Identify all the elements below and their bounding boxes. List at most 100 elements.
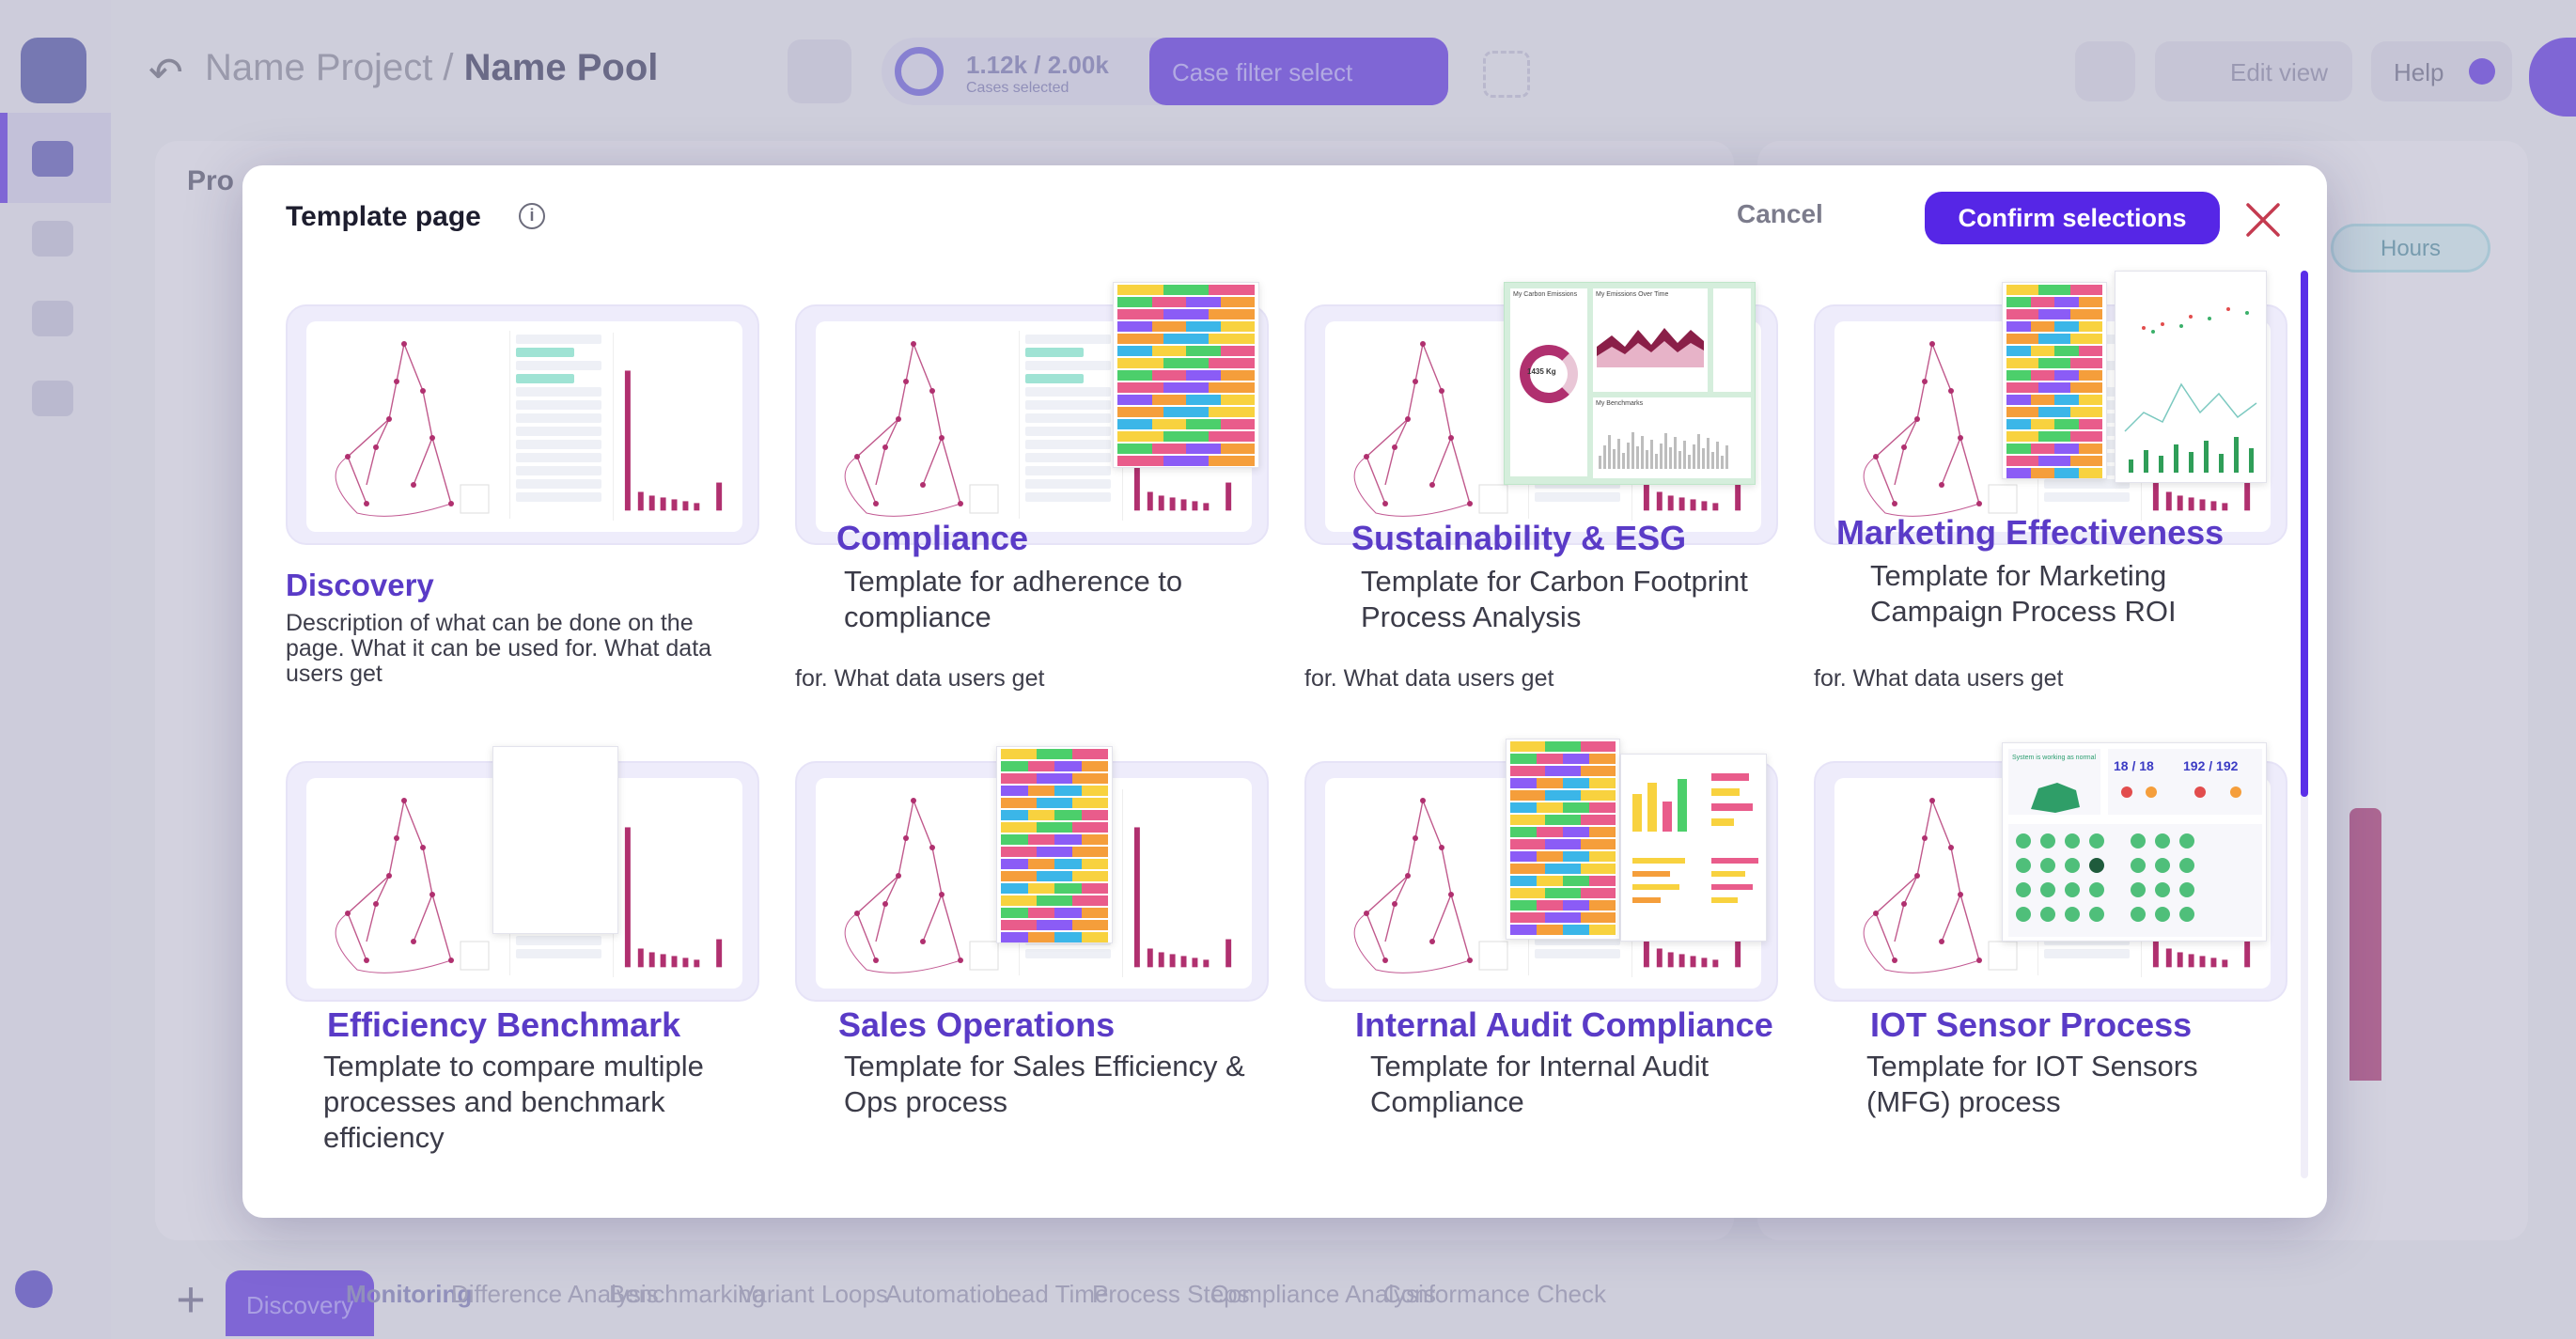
stack-row <box>1117 370 1255 381</box>
card-description: Description of what can be done on the p… <box>286 610 712 687</box>
template-card-marketing[interactable]: Marketing Effectiveness Template for Mar… <box>1814 271 2287 699</box>
benchmarks-panel: My Benchmarks <box>1593 397 1751 478</box>
stack-row <box>1117 456 1256 466</box>
process-graph <box>1353 341 1508 517</box>
sensor-grid <box>2008 824 2262 937</box>
confirm-selections-button[interactable]: Confirm selections <box>1925 192 2220 244</box>
stack-row <box>1117 297 1255 307</box>
stack-row <box>1001 883 1108 894</box>
sensor-count-a: 18 / 18 <box>2114 758 2154 773</box>
sensor-dot <box>2065 882 2080 897</box>
benchmark-bar <box>1603 445 1606 469</box>
sensor-dot <box>2131 907 2146 922</box>
stack-row <box>1510 900 1616 911</box>
side-stat-panel <box>1713 288 1751 392</box>
emissions-over-time-panel: My Emissions Over Time <box>1593 288 1708 392</box>
benchmark-bar <box>1711 452 1714 469</box>
benchmark-bar <box>1664 433 1667 469</box>
area-chart <box>1597 328 1704 367</box>
card-description: Template for adherence to compliance <box>844 565 1183 633</box>
stack-row <box>1001 932 1108 942</box>
benchmark-bar <box>1707 438 1710 469</box>
stack-row <box>2006 419 2102 429</box>
stack-row <box>2006 444 2102 454</box>
stack-row <box>1001 749 1108 759</box>
modal-title: Template page <box>286 201 481 232</box>
stack-row <box>1001 773 1108 784</box>
stacked-chart-thumbnail <box>1113 282 1259 468</box>
template-modal: Template page i Cancel Confirm selection… <box>242 165 2327 1218</box>
benchmark-bar <box>1683 441 1686 469</box>
process-graph <box>844 341 999 517</box>
card-title: Compliance <box>836 519 1029 557</box>
sensor-dot <box>2016 858 2031 873</box>
stack-row <box>1001 847 1108 857</box>
sensor-dot <box>2089 858 2104 873</box>
stack-row <box>1510 815 1616 825</box>
process-graph-thumbnail <box>492 746 618 934</box>
benchmark-bar <box>1688 455 1691 469</box>
map-shape-icon <box>2031 783 2080 813</box>
sensor-dot <box>2065 907 2080 922</box>
sensor-dot <box>2089 907 2104 922</box>
benchmark-bar <box>1669 447 1672 469</box>
template-card-sales[interactable]: Sales Operations Template for Sales Effi… <box>795 746 1269 1175</box>
stack-row <box>2006 285 2102 295</box>
template-card-iot[interactable]: System is working as normal 18 / 18 192 … <box>1814 742 2287 1175</box>
stack-row <box>1510 839 1616 849</box>
stack-row <box>1001 834 1108 845</box>
sensor-dot <box>2040 882 2055 897</box>
stack-row <box>2006 297 2102 307</box>
stack-row <box>1001 798 1108 808</box>
stack-row <box>2006 468 2102 478</box>
carbon-emissions-panel: My Carbon Emissions 1435 Kg <box>1510 288 1587 476</box>
template-card-sustainability[interactable]: My Carbon Emissions 1435 Kg My Emissions… <box>1304 282 1778 699</box>
stack-row <box>1510 766 1616 776</box>
stack-row <box>1001 761 1108 771</box>
stack-row <box>2006 407 2102 417</box>
stack-row <box>1117 285 1256 295</box>
stack-row <box>1117 431 1256 442</box>
scrollbar[interactable] <box>2301 271 2308 1178</box>
card-description: Template to compare multiple processes a… <box>323 1050 704 1154</box>
benchmark-bar <box>1702 448 1705 469</box>
benchmark-bar <box>1636 446 1639 469</box>
benchmark-bar <box>1655 454 1658 469</box>
sensor-dot <box>2131 858 2146 873</box>
scatter-and-line-chart <box>2124 307 2257 473</box>
sensor-dot <box>2155 907 2170 922</box>
stacked-chart-thumbnail <box>2002 282 2107 479</box>
card-title: Sales Operations <box>838 1005 1116 1044</box>
card-description: Template for IOT Sensors (MFG) process <box>1866 1050 2198 1118</box>
scrollbar-thumb[interactable] <box>2301 271 2308 797</box>
template-card-compliance[interactable]: Compliance Template for adherence to com… <box>795 282 1269 699</box>
stack-row <box>2006 346 2102 356</box>
stack-row <box>1001 859 1108 869</box>
template-card-discovery[interactable]: Discovery Description of what can be don… <box>286 304 759 699</box>
benchmark-bar <box>1631 432 1634 469</box>
card-ghost-text: for. What data users get <box>1304 665 1554 692</box>
sensor-dot <box>2065 858 2080 873</box>
cancel-button[interactable]: Cancel <box>1737 199 1823 229</box>
card-title: Marketing Effectiveness <box>1836 513 2225 552</box>
benchmark-bar <box>1697 434 1700 469</box>
carbon-value: 1435 Kg <box>1527 367 1556 376</box>
stack-row <box>1117 419 1255 429</box>
mini-table <box>1019 331 1116 519</box>
close-icon[interactable] <box>2242 199 2284 241</box>
sensor-dot <box>2155 858 2170 873</box>
template-card-efficiency[interactable]: Efficiency Benchmark Template to compare… <box>286 746 759 1175</box>
sensor-dot <box>2179 882 2194 897</box>
benchmark-bar <box>1617 439 1620 469</box>
stack-row <box>1510 741 1616 752</box>
info-icon[interactable]: i <box>519 203 545 229</box>
stacked-chart-thumbnail <box>996 746 1113 943</box>
stack-row <box>2006 370 2102 381</box>
template-card-internal-audit[interactable]: Internal Audit Compliance Template for I… <box>1304 739 1778 1175</box>
stack-row <box>1117 334 1256 344</box>
audit-charts-thumbnail <box>1620 754 1767 942</box>
stack-row <box>2006 431 2102 442</box>
stack-row <box>1001 822 1108 833</box>
sensor-dot <box>2065 833 2080 849</box>
card-title: IOT Sensor Process <box>1870 1005 2193 1044</box>
